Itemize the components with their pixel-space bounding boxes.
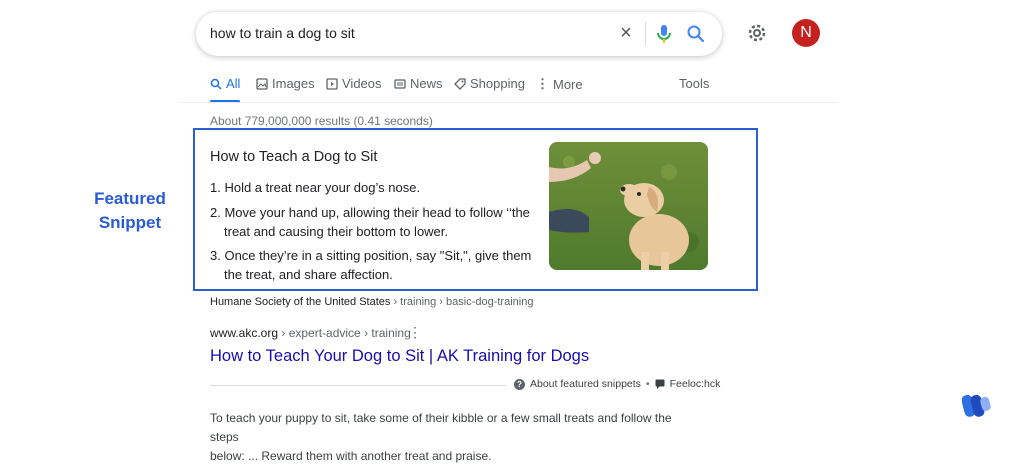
tag-icon: [454, 77, 466, 90]
snippet-step-line: 3. Once they’re in a sitting position, s…: [210, 248, 532, 263]
image-icon: [256, 77, 268, 90]
search-divider: [645, 22, 646, 46]
featured-snippet-label-line2: Snippet: [98, 213, 162, 232]
result-breadcrumb: › expert-advice › training: [278, 326, 411, 340]
tab-label: Videos: [342, 76, 382, 91]
tab-label: All: [226, 76, 241, 91]
tabs-divider: [180, 102, 838, 103]
featured-snippet-label-line1: Featured: [94, 189, 166, 208]
search-input[interactable]: how to train a dog to sit: [210, 25, 355, 41]
tab-videos[interactable]: Videos: [326, 76, 382, 91]
tab-shopping[interactable]: Shopping: [454, 76, 525, 91]
gear-icon[interactable]: [746, 22, 768, 44]
search-icon[interactable]: [686, 24, 706, 44]
snippet-step-line: 2. Move your hand up, allowing their hea…: [210, 205, 530, 220]
about-snippets-link[interactable]: About featured snippets: [530, 378, 641, 390]
snippet-step: 3. Once they’re in a sitting position, s…: [210, 246, 531, 284]
result-description: To teach your puppy to sit, take some of…: [210, 409, 700, 466]
snippet-step-line: 1. Hold a treat near your dog’s nose.: [210, 180, 421, 195]
tab-label: Tools: [679, 76, 710, 91]
snippet-step: 2. Move your hand up, allowing their hea…: [210, 203, 530, 241]
description-line: To teach your puppy to sit, take some of…: [210, 411, 672, 444]
snippet-title: How to Teach a Dog to Sit: [210, 149, 378, 165]
tab-all[interactable]: All: [210, 76, 240, 91]
help-icon: ?: [514, 378, 525, 390]
about-divider: [210, 385, 506, 386]
snippet-step: 1. Hold a treat near your dog’s nose.: [210, 178, 420, 197]
more-vert-icon[interactable]: ⋮: [408, 324, 422, 341]
featured-snippet-label: Featured Snippet: [86, 187, 174, 235]
tab-label: Shopping: [470, 76, 525, 91]
feedback-icon: [655, 379, 665, 389]
news-icon: [394, 78, 406, 89]
dog-photo[interactable]: [549, 142, 708, 270]
tab-label: Images: [272, 76, 315, 91]
tab-news[interactable]: News: [394, 76, 443, 91]
source-breadcrumb: › training › basic-dog-training: [390, 296, 534, 308]
snippet-step-line: treat and causing their bottom to lower.: [224, 224, 449, 239]
search-bar[interactable]: how to train a dog to sit ×: [196, 12, 722, 56]
avatar[interactable]: N: [792, 19, 820, 47]
about-snippets-row: ? About featured snippets • Feeloc:hck: [514, 378, 720, 390]
tab-images[interactable]: Images: [256, 76, 315, 91]
result-domain: www.akc.org: [210, 326, 279, 340]
source-site: Humane Society of the United States: [210, 296, 391, 308]
video-icon: [326, 77, 338, 90]
tab-label: News: [410, 76, 443, 91]
tab-tools[interactable]: Tools: [679, 76, 709, 91]
search-icon: [210, 78, 222, 90]
feedback-link[interactable]: Feeloc:hck: [670, 378, 721, 390]
result-url[interactable]: www.akc.org › expert-advice › training: [210, 326, 411, 340]
snippet-source[interactable]: Humane Society of the United States › tr…: [210, 296, 533, 308]
result-title-link[interactable]: How to Teach Your Dog to Sit | AK Traini…: [210, 347, 589, 366]
microphone-icon[interactable]: [654, 23, 674, 45]
separator-dot: •: [645, 378, 650, 390]
snippet-step-line: the treat, and share affection.: [224, 267, 393, 282]
clear-icon[interactable]: ×: [616, 23, 636, 44]
tab-more[interactable]: ⋮ More: [536, 76, 583, 92]
tab-label: More: [553, 76, 583, 92]
description-line: below: ... Reward them with another trea…: [210, 449, 492, 463]
results-stats: About 779,000,000 results (0.41 seconds): [210, 114, 433, 128]
brand-logo-icon: [961, 392, 992, 420]
more-vert-icon: ⋮: [536, 76, 549, 91]
